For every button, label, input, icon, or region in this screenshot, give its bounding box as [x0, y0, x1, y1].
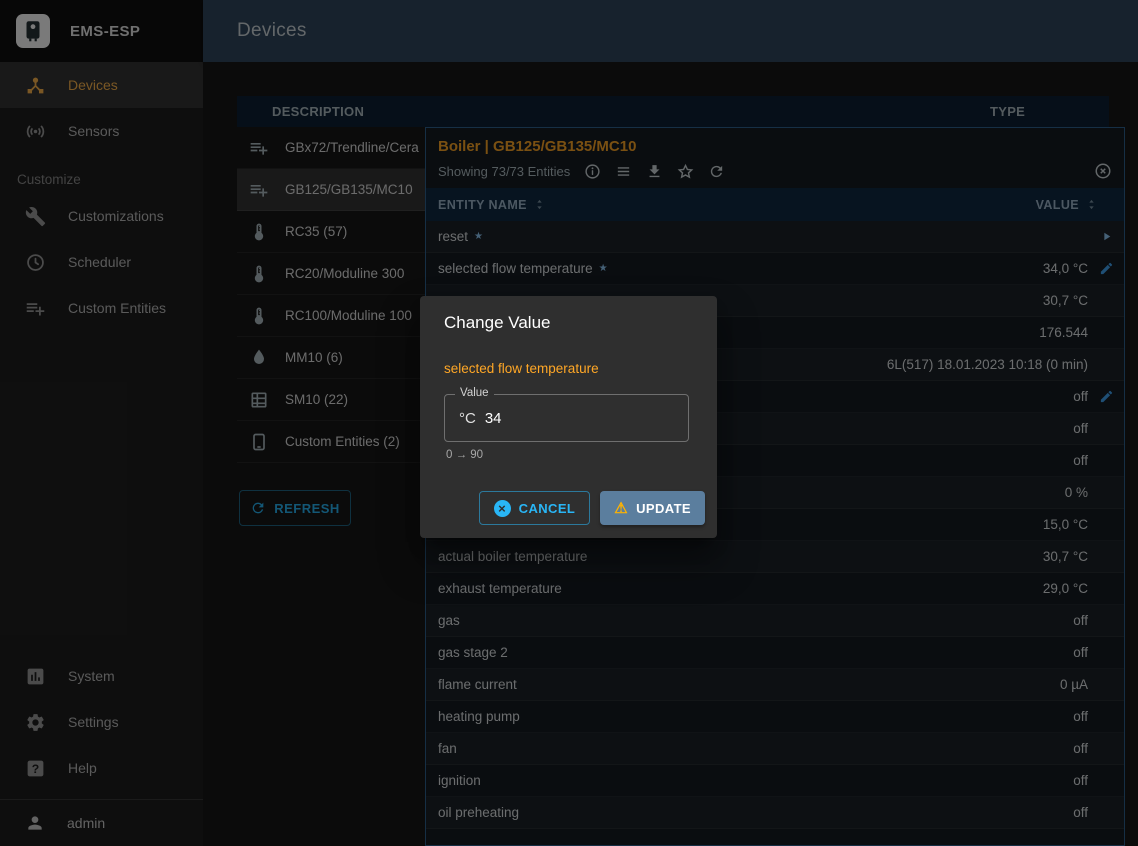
value-range-helper: 0 → 90 — [446, 449, 693, 461]
modal-entity-label: selected flow temperature — [444, 361, 693, 376]
cancel-button[interactable]: × CANCEL — [479, 491, 591, 525]
cancel-button-label: CANCEL — [519, 501, 576, 516]
value-unit: °C — [459, 410, 476, 427]
value-input-label: Value — [455, 387, 494, 399]
change-value-modal: Change Value selected flow temperature V… — [420, 296, 717, 538]
value-input[interactable]: Value °C 34 — [444, 394, 689, 442]
update-button-label: UPDATE — [636, 501, 691, 516]
cancel-circle-icon: × — [494, 500, 511, 517]
value-input-text: 34 — [485, 410, 502, 427]
update-button[interactable]: ⚠ UPDATE — [600, 491, 705, 525]
modal-body: selected flow temperature Value °C 34 0 … — [420, 343, 717, 461]
modal-title: Change Value — [420, 296, 717, 343]
modal-actions: × CANCEL ⚠ UPDATE — [420, 461, 717, 538]
warning-icon: ⚠ — [614, 501, 628, 516]
